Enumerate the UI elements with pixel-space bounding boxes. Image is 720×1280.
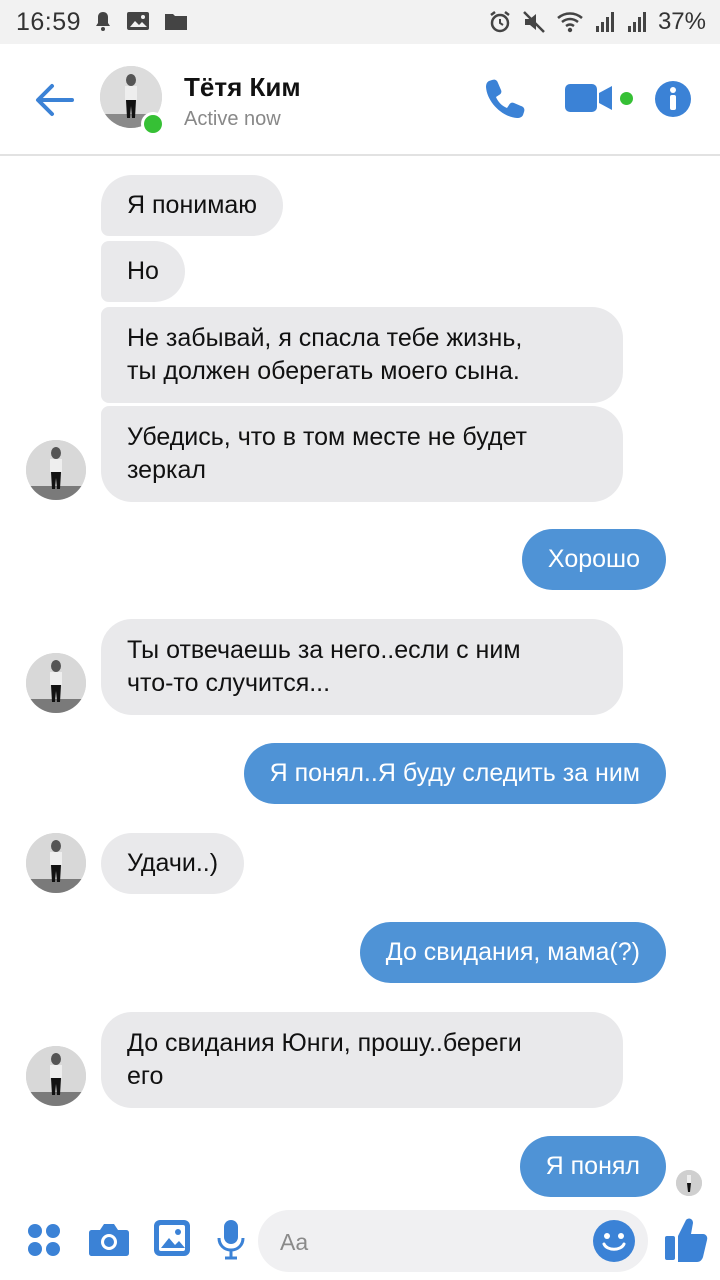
voice-message-button[interactable] — [216, 1218, 246, 1265]
notification-bell-icon — [96, 12, 110, 31]
contact-status: Active now — [184, 108, 281, 130]
alarm-icon — [490, 11, 510, 33]
message-bubble-incoming[interactable]: Но — [101, 241, 185, 302]
voice-call-button[interactable] — [484, 76, 528, 120]
message-text-line: его — [127, 1062, 164, 1090]
message-text-line: До свидания Юнги, прошу..береги — [127, 1029, 522, 1057]
signal-icon — [627, 12, 646, 32]
back-arrow-icon — [36, 84, 74, 116]
battery-level: 37% — [657, 8, 706, 35]
sender-avatar[interactable] — [26, 440, 86, 500]
message-text-line: что-то случится... — [127, 669, 331, 697]
contact-name[interactable]: Тётя Ким — [184, 72, 301, 103]
thumbs-up-icon — [665, 1218, 708, 1262]
video-call-button[interactable] — [564, 82, 614, 114]
apps-icon — [28, 1224, 60, 1256]
message-bubble-outgoing[interactable]: До свидания, мама(?) — [359, 922, 666, 983]
wifi-icon — [557, 12, 583, 33]
message-text-line: Убедись, что в том месте не будет — [127, 423, 527, 451]
message-input-container[interactable] — [258, 1210, 648, 1272]
back-button[interactable] — [30, 80, 78, 120]
online-indicator — [141, 112, 165, 136]
message-text-line: Ты отвечаешь за него..если с ним — [127, 636, 521, 664]
message-text-line: зеркал — [127, 456, 206, 484]
conversation-info-button[interactable] — [654, 80, 692, 118]
message-thread[interactable]: Я понимаю Но Не забывай, я спасла тебе ж… — [0, 156, 720, 1206]
emoji-icon — [593, 1220, 635, 1262]
emoji-button[interactable] — [592, 1219, 636, 1268]
folder-icon — [165, 14, 187, 30]
message-bubble-incoming[interactable]: Удачи..) — [101, 833, 245, 894]
message-text: До свидания, мама(?) — [385, 938, 640, 966]
image-icon — [154, 1220, 190, 1256]
message-text-line: Не забывай, я спасла тебе жизнь, — [127, 324, 523, 352]
video-camera-icon — [565, 84, 612, 112]
message-text: Я понял..Я буду следить за ним — [269, 759, 640, 787]
message-text: Я понимаю — [127, 191, 258, 219]
gallery-icon — [127, 12, 149, 30]
signal-icon — [595, 12, 614, 32]
message-bubble-outgoing[interactable]: Хорошо — [521, 529, 666, 590]
seen-indicator-avatar — [676, 1170, 702, 1196]
message-text: Хорошо — [547, 545, 640, 573]
message-text: Удачи..) — [127, 849, 219, 877]
status-time: 16:59 — [16, 8, 82, 36]
message-bubble-incoming[interactable]: До свидания Юнги, прошу..береги его — [101, 1012, 623, 1108]
camera-icon — [89, 1224, 129, 1256]
more-actions-button[interactable] — [26, 1222, 62, 1263]
info-icon — [655, 81, 691, 117]
message-bubble-incoming[interactable]: Я понимаю — [101, 175, 284, 236]
like-button[interactable] — [664, 1216, 708, 1267]
status-bar: 16:59 37% — [0, 0, 720, 44]
sender-avatar[interactable] — [26, 653, 86, 713]
phone-icon — [486, 79, 525, 118]
gallery-button[interactable] — [152, 1218, 192, 1263]
message-bubble-outgoing[interactable]: Я понял — [519, 1136, 666, 1197]
mute-icon — [523, 11, 545, 33]
message-bubble-outgoing[interactable]: Я понял..Я буду следить за ним — [243, 743, 666, 804]
chat-header: Тётя Ким Active now — [0, 44, 720, 156]
sender-avatar[interactable] — [26, 1046, 86, 1106]
message-composer — [0, 1206, 720, 1280]
message-bubble-incoming[interactable]: Убедись, что в том месте не будет зеркал — [101, 406, 623, 502]
message-text-line: ты должен оберегать моего сына. — [127, 357, 520, 385]
microphone-icon — [217, 1220, 245, 1260]
message-bubble-incoming[interactable]: Ты отвечаешь за него..если с ним что-то … — [101, 619, 623, 715]
video-active-dot — [620, 92, 633, 105]
camera-button[interactable] — [88, 1220, 130, 1263]
message-text: Но — [127, 257, 159, 285]
message-bubble-incoming[interactable]: Не забывай, я спасла тебе жизнь, ты долж… — [101, 307, 623, 403]
message-text: Я понял — [545, 1152, 640, 1180]
sender-avatar[interactable] — [26, 833, 86, 893]
message-input[interactable] — [278, 1222, 582, 1262]
